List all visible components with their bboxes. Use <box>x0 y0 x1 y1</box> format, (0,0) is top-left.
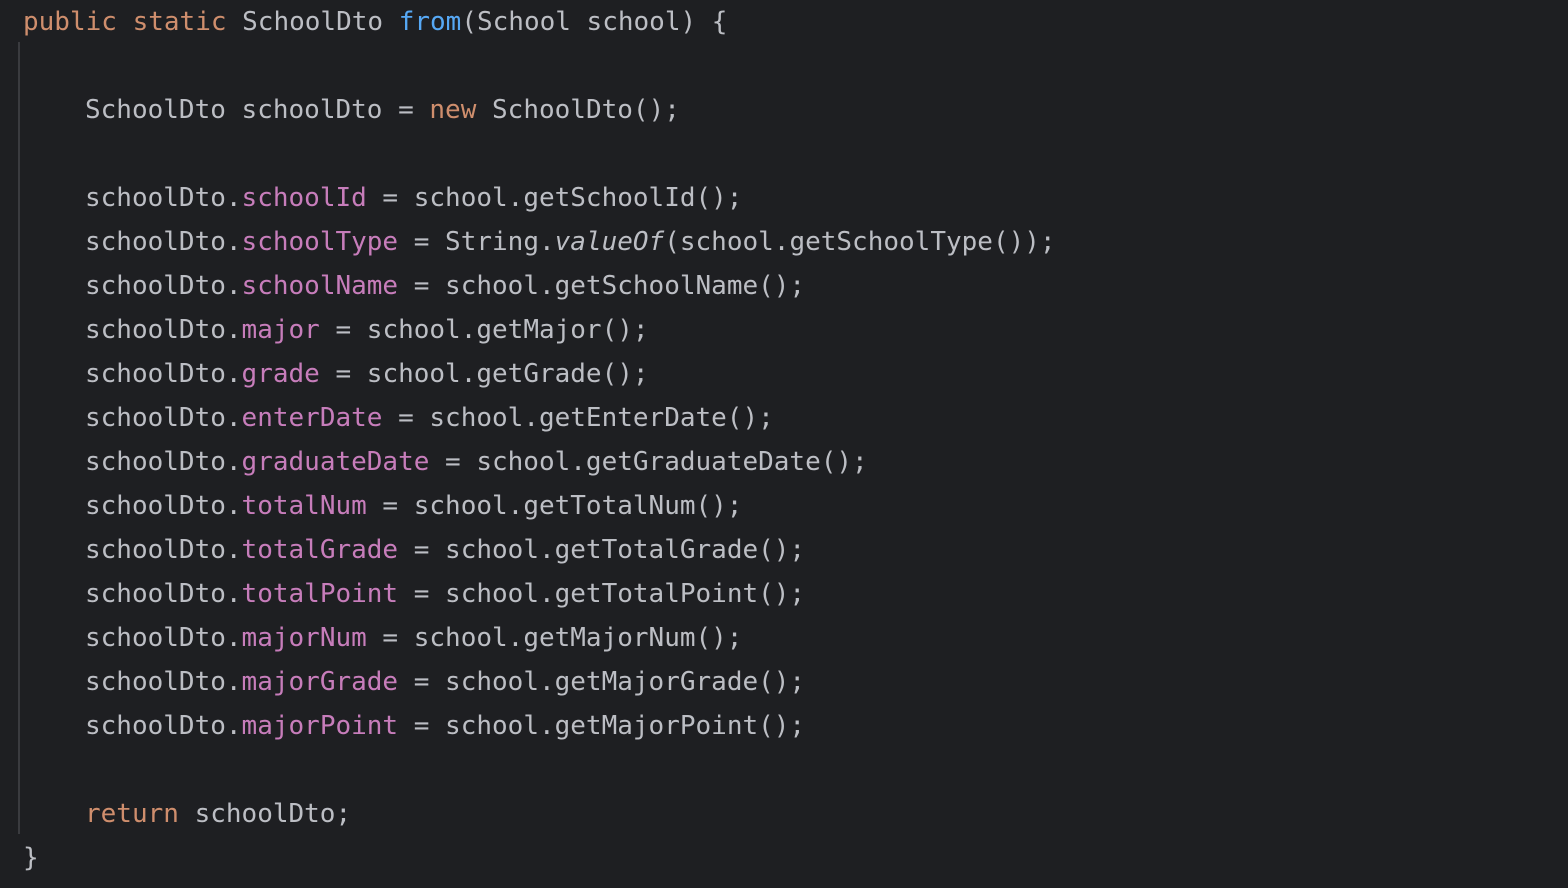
field-name: totalNum <box>241 491 367 521</box>
code-line-assignment[interactable]: schoolDto.majorPoint = school.getMajorPo… <box>23 704 805 748</box>
decl-type: SchoolDto <box>85 95 226 125</box>
assign-rhs: = school.getTotalPoint(); <box>398 579 806 609</box>
static-method-valueof: valueOf <box>554 227 665 257</box>
assign-prefix: schoolDto. <box>85 403 242 433</box>
decl-eq: = <box>398 95 414 125</box>
code-line-assignment[interactable]: schoolDto.totalGrade = school.getTotalGr… <box>23 528 805 572</box>
assign-rhs: = school.getMajor(); <box>319 315 649 345</box>
assign-prefix: schoolDto. <box>85 447 242 477</box>
assign-rhs: = school.getTotalNum(); <box>366 491 743 521</box>
field-name: enterDate <box>241 403 383 433</box>
assign-rhs: = school.getMajorNum(); <box>366 623 743 653</box>
field-name: major <box>241 315 320 345</box>
field-name: totalGrade <box>241 535 399 565</box>
code-line-return[interactable]: return schoolDto; <box>23 792 351 836</box>
assign-rhs: = school.getMajorPoint(); <box>398 711 806 741</box>
decl-var: schoolDto <box>241 95 383 125</box>
field-name: schoolName <box>241 271 399 301</box>
code-line-assignment[interactable]: schoolDto.schoolType = String.valueOf(sc… <box>23 220 1056 264</box>
code-line-assignment[interactable]: schoolDto.schoolName = school.getSchoolN… <box>23 264 805 308</box>
field-name: majorPoint <box>241 711 399 741</box>
code-line-signature[interactable]: public static SchoolDto from(School scho… <box>23 0 727 44</box>
code-line-declaration[interactable]: SchoolDto schoolDto = new SchoolDto(); <box>23 88 680 132</box>
code-editor[interactable]: public static SchoolDto from(School scho… <box>0 0 1568 888</box>
return-value: schoolDto; <box>178 799 352 829</box>
assign-rhs: = school.getSchoolName(); <box>398 271 806 301</box>
decl-ctor: SchoolDto(); <box>492 95 680 125</box>
keyword-return: return <box>85 799 179 829</box>
code-line-assignment[interactable]: schoolDto.totalNum = school.getTotalNum(… <box>23 484 742 528</box>
close-brace: } <box>23 843 39 873</box>
assign-prefix: schoolDto. <box>85 535 242 565</box>
assign-rhs-pre: = String. <box>398 227 555 257</box>
code-line-assignment[interactable]: schoolDto.majorNum = school.getMajorNum(… <box>23 616 742 660</box>
indent-guide <box>18 42 20 834</box>
assign-rhs: = school.getMajorGrade(); <box>398 667 806 697</box>
assign-prefix: schoolDto. <box>85 271 242 301</box>
field-name: grade <box>241 359 320 389</box>
assign-rhs: = school.getGrade(); <box>319 359 649 389</box>
assign-prefix: schoolDto. <box>85 315 242 345</box>
code-line-assignment[interactable]: schoolDto.major = school.getMajor(); <box>23 308 649 352</box>
assign-rhs: = school.getSchoolId(); <box>366 183 743 213</box>
assign-prefix: schoolDto. <box>85 183 242 213</box>
assign-prefix: schoolDto. <box>85 491 242 521</box>
assign-rhs: = school.getEnterDate(); <box>382 403 774 433</box>
assign-rhs-post: (school.getSchoolType()); <box>664 227 1056 257</box>
method-name: from <box>398 7 462 37</box>
field-name: schoolType <box>241 227 399 257</box>
code-line-assignment[interactable]: schoolDto.enterDate = school.getEnterDat… <box>23 396 774 440</box>
keyword-new: new <box>429 95 477 125</box>
assign-prefix: schoolDto. <box>85 667 242 697</box>
code-line-assignment[interactable]: schoolDto.graduateDate = school.getGradu… <box>23 440 868 484</box>
code-line-assignment[interactable]: schoolDto.schoolId = school.getSchoolId(… <box>23 176 742 220</box>
return-type: SchoolDto <box>242 7 384 37</box>
code-line-assignment[interactable]: schoolDto.totalPoint = school.getTotalPo… <box>23 572 805 616</box>
assign-prefix: schoolDto. <box>85 359 242 389</box>
keyword-static: static <box>132 7 227 37</box>
field-name: majorGrade <box>241 667 399 697</box>
assign-prefix: schoolDto. <box>85 623 242 653</box>
assign-prefix: schoolDto. <box>85 579 242 609</box>
method-params: (School school) { <box>461 7 728 37</box>
assign-rhs: = school.getTotalGrade(); <box>398 535 806 565</box>
assign-prefix: schoolDto. <box>85 227 242 257</box>
field-name: graduateDate <box>241 447 430 477</box>
assign-rhs: = school.getGraduateDate(); <box>429 447 868 477</box>
assign-prefix: schoolDto. <box>85 711 242 741</box>
code-line-assignment[interactable]: schoolDto.majorGrade = school.getMajorGr… <box>23 660 805 704</box>
field-name: majorNum <box>241 623 367 653</box>
code-line-assignment[interactable]: schoolDto.grade = school.getGrade(); <box>23 352 649 396</box>
keyword-public: public <box>23 7 117 37</box>
field-name: totalPoint <box>241 579 399 609</box>
field-name: schoolId <box>241 183 367 213</box>
code-line-close-brace[interactable]: } <box>23 836 39 880</box>
